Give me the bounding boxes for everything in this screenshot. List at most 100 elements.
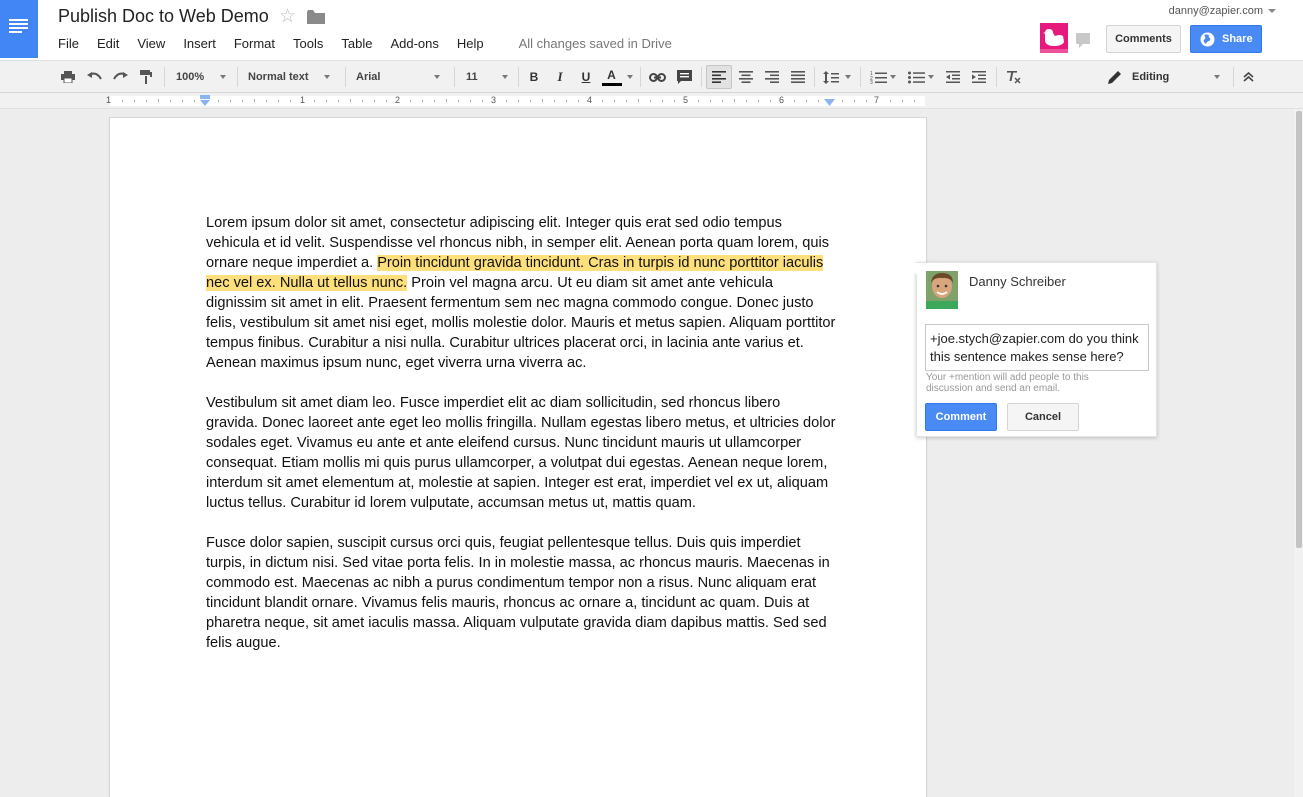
account-menu-caret-icon[interactable] <box>1268 9 1276 13</box>
ruler-tick <box>290 100 291 102</box>
ruler-tick <box>506 100 507 102</box>
ruler-tick <box>710 100 711 102</box>
comment-input[interactable]: +joe.stych@zapier.com do you think this … <box>925 324 1149 371</box>
bold-button[interactable]: B <box>525 61 543 93</box>
account-email[interactable]: danny@zapier.com <box>1169 5 1263 17</box>
chat-icon[interactable] <box>1076 33 1090 48</box>
menu-table[interactable]: Table <box>341 36 372 51</box>
document-page[interactable]: Lorem ipsum dolor sit amet, consectetur … <box>110 118 926 797</box>
clear-formatting-icon[interactable] <box>1004 61 1024 93</box>
ruler-tick <box>818 100 819 102</box>
line-spacing-icon[interactable] <box>820 61 854 93</box>
ruler-tick <box>746 100 747 102</box>
save-status[interactable]: All changes saved in Drive <box>519 36 672 51</box>
globe-icon <box>1200 32 1215 47</box>
ruler-tick <box>806 100 807 102</box>
menu-addons[interactable]: Add-ons <box>390 36 438 51</box>
paragraph[interactable]: Lorem ipsum dolor sit amet, consectetur … <box>206 213 836 373</box>
paint-format-icon[interactable] <box>137 61 155 93</box>
document-title[interactable]: Publish Doc to Web Demo <box>58 6 269 27</box>
chevron-down-icon <box>502 75 508 79</box>
ruler-tick <box>326 100 327 102</box>
ruler-tick <box>278 100 279 102</box>
redo-icon[interactable] <box>110 61 130 93</box>
menu-bar: File Edit View Insert Format Tools Table… <box>58 35 672 51</box>
collapse-toolbar-icon[interactable] <box>1238 61 1258 93</box>
ruler-tick <box>362 100 363 102</box>
ruler-tick <box>662 100 663 102</box>
ruler-tick <box>374 100 375 102</box>
numbered-list-icon[interactable]: 123 <box>866 61 900 93</box>
font-size-select[interactable]: 11 <box>462 61 512 93</box>
docs-home-icon[interactable] <box>0 0 38 58</box>
decrease-indent-icon[interactable] <box>943 61 963 93</box>
comment-cancel-button[interactable]: Cancel <box>1007 403 1079 431</box>
folder-icon[interactable] <box>307 10 325 24</box>
ruler-tick <box>602 100 603 102</box>
text-color-swatch <box>601 82 622 86</box>
ruler-tick <box>158 99 159 102</box>
ruler-tick <box>482 100 483 102</box>
ruler-tick <box>830 99 831 102</box>
ruler-tick <box>218 100 219 102</box>
ruler-tick <box>422 100 423 102</box>
menu-format[interactable]: Format <box>234 36 275 51</box>
increase-indent-icon[interactable] <box>969 61 989 93</box>
font-select[interactable]: Arial <box>352 61 444 93</box>
menu-help[interactable]: Help <box>457 36 484 51</box>
text-color-button[interactable]: A <box>601 61 633 93</box>
ruler-tick <box>530 100 531 102</box>
editing-mode-select[interactable]: Editing <box>1104 61 1228 93</box>
paragraph[interactable]: Vestibulum sit amet diam leo. Fusce impe… <box>206 393 836 513</box>
chevron-down-icon <box>845 75 851 79</box>
ruler-tick <box>122 100 123 102</box>
menu-file[interactable]: File <box>58 36 79 51</box>
undo-icon[interactable] <box>84 61 104 93</box>
star-icon[interactable]: ☆ <box>279 6 296 28</box>
align-center-icon[interactable] <box>736 61 756 93</box>
ruler-tick <box>386 100 387 102</box>
svg-text:3: 3 <box>870 80 873 84</box>
duck-logo-icon <box>1040 29 1068 53</box>
ruler-tick <box>794 100 795 102</box>
collaborator-avatar[interactable] <box>1040 23 1068 53</box>
ruler-tick <box>758 100 759 102</box>
print-icon[interactable] <box>58 61 78 93</box>
insert-comment-icon[interactable] <box>674 61 694 93</box>
underline-button[interactable]: U <box>577 61 595 93</box>
ruler-tick <box>434 100 435 102</box>
menu-view[interactable]: View <box>137 36 165 51</box>
ruler-tick <box>182 100 183 102</box>
bulleted-list-icon[interactable] <box>904 61 938 93</box>
left-indent-marker-icon[interactable] <box>199 95 211 107</box>
italic-button[interactable]: I <box>551 61 569 93</box>
ruler-tick <box>770 100 771 102</box>
ruler-tick <box>614 100 615 102</box>
share-button[interactable]: Share <box>1190 25 1262 53</box>
comment-submit-button[interactable]: Comment <box>925 403 997 431</box>
scrollbar-thumb[interactable] <box>1296 111 1302 548</box>
menu-insert[interactable]: Insert <box>183 36 216 51</box>
ruler-tick <box>734 99 735 102</box>
menu-edit[interactable]: Edit <box>97 36 119 51</box>
paragraph[interactable]: Fusce dolor sapien, suscipit cursus orci… <box>206 533 836 653</box>
chevron-down-icon <box>1214 75 1220 79</box>
ruler-tick <box>674 100 675 102</box>
comments-button[interactable]: Comments <box>1106 25 1181 53</box>
ruler-tick <box>914 100 915 102</box>
ruler-tick <box>866 100 867 102</box>
commenter-name: Danny Schreiber <box>969 274 1066 289</box>
link-icon[interactable] <box>647 61 667 93</box>
align-left-button[interactable] <box>706 65 732 89</box>
docs-header: Publish Doc to Web Demo ☆ File Edit View… <box>0 0 1303 60</box>
ruler-tick <box>626 100 627 102</box>
zoom-select[interactable]: 100% <box>172 61 230 93</box>
ruler[interactable]: 1 1 2 3 4 5 6 7 <box>0 93 1303 109</box>
document-body[interactable]: Lorem ipsum dolor sit amet, consectetur … <box>206 213 836 673</box>
align-justify-icon[interactable] <box>788 61 808 93</box>
paragraph-style-select[interactable]: Normal text <box>244 61 334 93</box>
menu-tools[interactable]: Tools <box>293 36 323 51</box>
ruler-tick <box>194 100 195 102</box>
chevron-down-icon <box>324 75 330 79</box>
align-right-icon[interactable] <box>762 61 782 93</box>
